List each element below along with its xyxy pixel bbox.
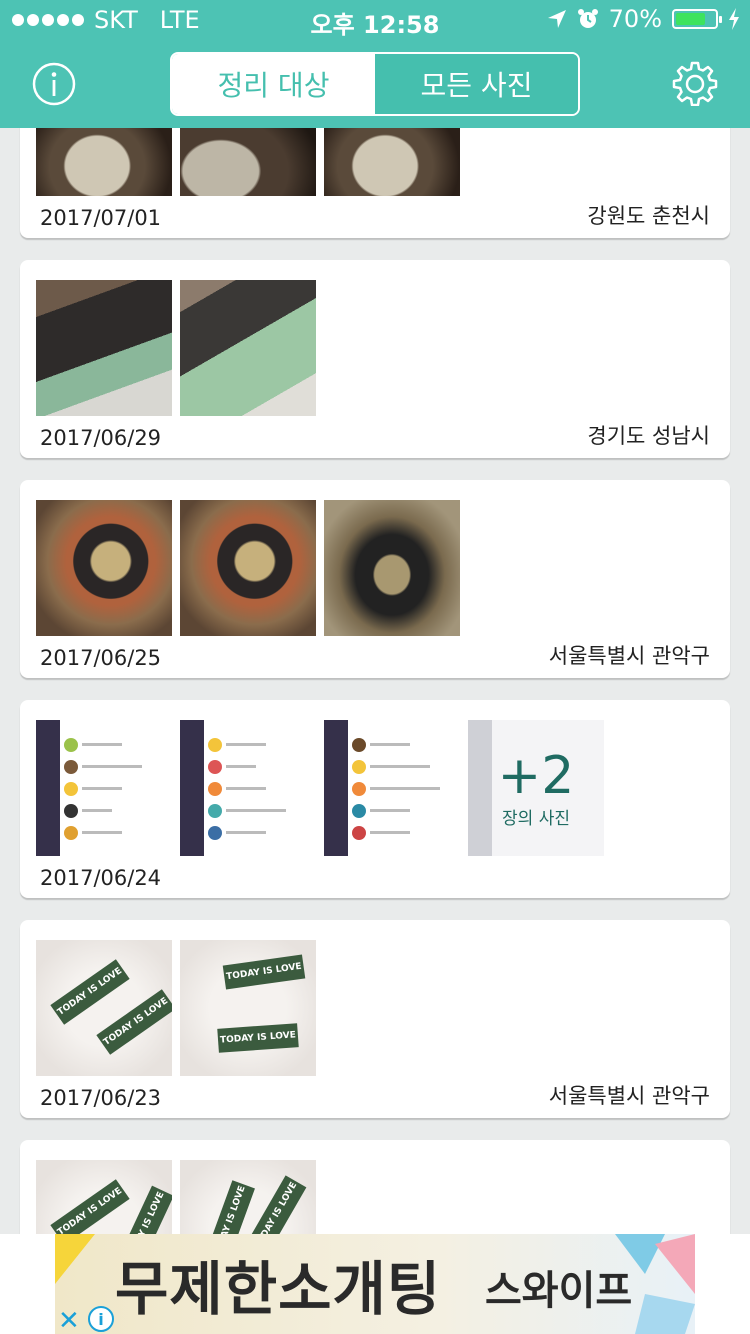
ad-brand: 스와이프 [485,1268,633,1314]
group-date: 2017/07/01 [40,206,162,230]
photo-thumbnail[interactable] [180,720,316,856]
photo-thumbnail[interactable]: TODAY IS LOVE TODAY IS LOVE [36,940,172,1076]
group-location: 서울특별시 관악구 [548,644,710,668]
close-icon[interactable]: ✕ [58,1306,80,1334]
more-photos-overlay: +2 장의 사진 [468,720,604,856]
app-header: SKT LTE 오후 12:58 70% 정리 대상 모든 사진 [0,0,750,128]
photo-thumbnail[interactable] [324,720,460,856]
location-arrow-icon [547,10,566,28]
more-count: +2 [497,745,575,806]
ad-banner[interactable]: 무제한소개팅 스와이프 [55,1234,695,1334]
segmented-control[interactable]: 정리 대상 모든 사진 [170,52,580,116]
photo-group-card[interactable]: 2017/06/25 서울특별시 관악구 [20,480,730,678]
photo-thumbnail[interactable] [324,500,460,636]
photo-thumbnail[interactable]: +2 장의 사진 [468,720,604,856]
photo-thumbnail[interactable] [180,280,316,416]
photo-group-card[interactable]: +2 장의 사진 2017/06/24 [20,700,730,898]
photo-group-card[interactable]: TODAY IS LOVE TODAY IS LOVE TODAY IS LOV… [20,920,730,1118]
group-date: 2017/06/24 [40,866,162,890]
charging-bolt-icon [729,8,739,30]
photo-thumbnail[interactable]: TODAY IS LOVE TODAY IS LOVE [180,940,316,1076]
ad-info-icon[interactable]: i [88,1306,114,1332]
ad-banner-area: 무제한소개팅 스와이프 ✕ i [0,1234,750,1334]
gear-icon[interactable] [672,60,718,106]
group-location: 서울특별시 관악구 [548,1084,710,1108]
group-date: 2017/06/23 [40,1086,162,1110]
battery-percent: 70% [608,5,662,33]
group-location: 경기도 성남시 [587,424,710,448]
tab-all-photos[interactable]: 모든 사진 [375,54,578,114]
more-caption: 장의 사진 [502,808,570,829]
ad-headline: 무제한소개팅 [115,1255,442,1323]
group-date: 2017/06/25 [40,646,162,670]
photo-thumbnail[interactable] [36,500,172,636]
info-icon[interactable] [32,62,76,106]
battery-icon [672,9,722,29]
group-date: 2017/06/29 [40,426,162,450]
photo-thumbnail[interactable] [36,720,172,856]
photo-thumbnail[interactable] [180,500,316,636]
photo-thumbnail[interactable] [36,280,172,416]
tab-cleanup-targets[interactable]: 정리 대상 [172,54,375,114]
alarm-icon [577,9,598,28]
status-bar: SKT LTE 오후 12:58 70% [0,0,750,40]
photo-group-card[interactable]: 2017/06/29 경기도 성남시 [20,260,730,458]
group-location: 강원도 춘천시 [587,204,710,228]
